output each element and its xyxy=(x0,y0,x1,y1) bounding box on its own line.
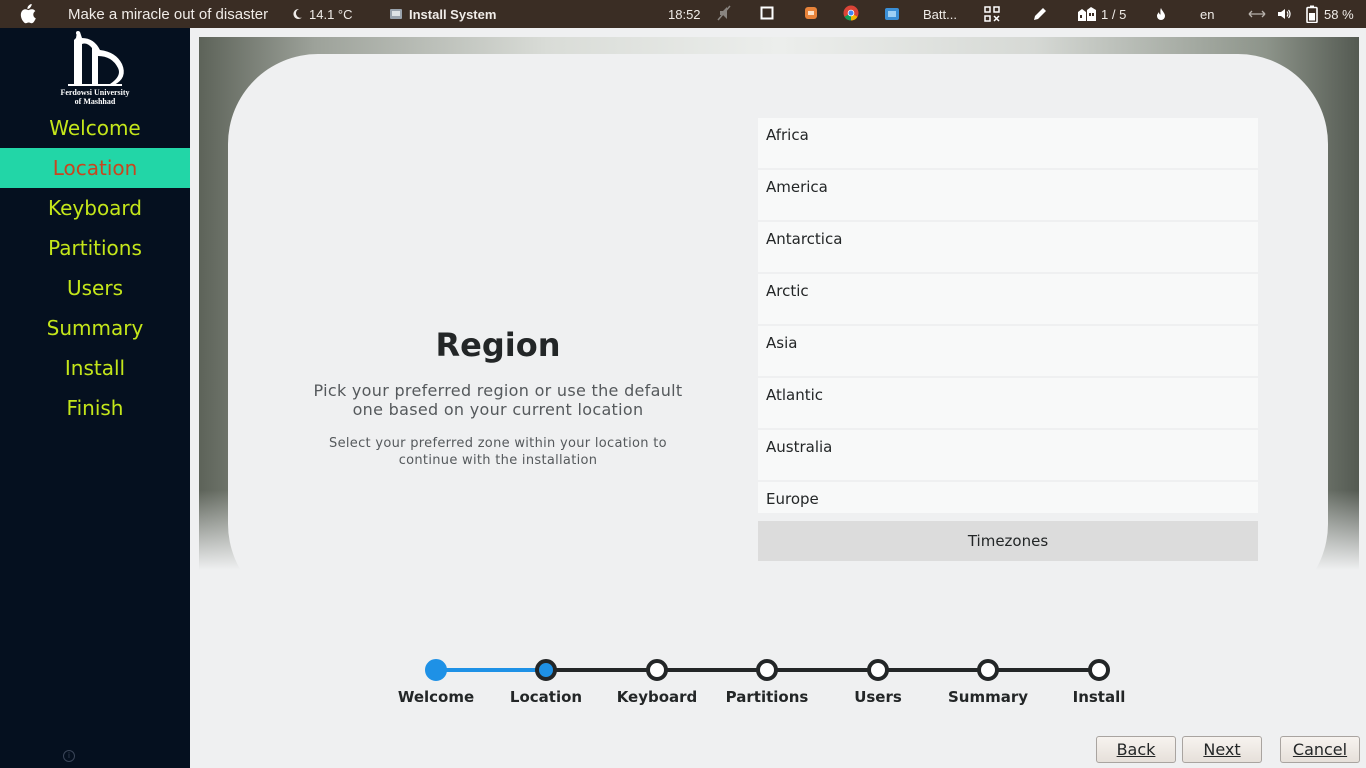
sidebar-item-users: Users xyxy=(66,276,123,300)
task-title: Install System xyxy=(409,6,497,22)
weather-widget[interactable]: 14.1 °C xyxy=(291,0,353,28)
installer-icon xyxy=(390,9,402,19)
app-title: Make a miracle out of disaster xyxy=(68,5,269,23)
region-item-arctic[interactable]: Arctic xyxy=(758,274,1258,326)
progress-stepper: Welcome Location Keyboard Partitions Use… xyxy=(0,650,1366,710)
store-icon[interactable] xyxy=(884,5,900,24)
sidebar-item-keyboard: Keyboard xyxy=(47,196,142,220)
qr-icon[interactable] xyxy=(984,0,1000,28)
step-dot-users xyxy=(867,659,889,681)
region-item-australia[interactable]: Australia xyxy=(758,430,1258,482)
region-item-europe[interactable]: Europe xyxy=(758,482,1258,513)
university-name-line2: of Mashhad xyxy=(74,97,116,106)
next-button[interactable]: Next xyxy=(1182,736,1262,763)
sidebar-item-finish: Finish xyxy=(66,396,124,420)
next-button-label: Next xyxy=(1203,740,1241,759)
step-label-summary: Summary xyxy=(947,688,1029,706)
timezones-button[interactable]: Timezones xyxy=(758,521,1258,561)
university-name: Ferdowsi University of Mashhad xyxy=(0,88,190,106)
workspace-counter: 1 / 5 xyxy=(1101,6,1127,22)
clock[interactable]: 18:52 xyxy=(668,0,701,28)
flame-icon[interactable] xyxy=(1156,0,1166,28)
keyboard-language[interactable]: en xyxy=(1200,0,1214,28)
info-icon[interactable]: i xyxy=(63,750,75,762)
region-item-africa[interactable]: Africa xyxy=(758,118,1258,170)
pencil-icon[interactable] xyxy=(1032,0,1048,28)
chrome-icon[interactable] xyxy=(843,5,859,24)
region-item-atlantic[interactable]: Atlantic xyxy=(758,378,1258,430)
step-label-install: Install xyxy=(1072,688,1126,706)
network-icon[interactable] xyxy=(1248,0,1266,28)
moon-icon xyxy=(293,8,302,19)
cancel-button[interactable]: Cancel xyxy=(1280,736,1360,763)
step-dot-keyboard xyxy=(646,659,668,681)
sidebar-item-partitions: Partitions xyxy=(48,236,142,260)
weather-temp: 14.1 °C xyxy=(309,6,353,22)
step-dot-partitions xyxy=(756,659,778,681)
workspace-icon xyxy=(1078,7,1096,21)
step-label-location: Location xyxy=(509,688,583,706)
step-label-welcome: Welcome xyxy=(397,688,475,706)
region-list[interactable]: Africa America Antarctica Arctic Asia At… xyxy=(758,118,1258,513)
step-dot-welcome xyxy=(425,659,447,681)
cancel-button-label: Cancel xyxy=(1292,740,1348,759)
app-tray-icon[interactable] xyxy=(804,5,818,24)
sidebar-item-welcome: Welcome xyxy=(49,116,141,140)
stepper-line-done xyxy=(436,668,546,672)
battery-tray-label[interactable]: Batt... xyxy=(923,0,957,28)
step-dot-install xyxy=(1088,659,1110,681)
sidebar-item-location: Location xyxy=(0,148,190,188)
page-subtitle: Pick your preferred region or use the de… xyxy=(313,381,683,419)
stepper-line-pending xyxy=(546,668,1099,672)
back-button-label: Back xyxy=(1116,740,1156,759)
taskbar-item-install-system[interactable]: Install System xyxy=(389,0,496,28)
sidebar-nav: Welcome Location Keyboard Partitions Use… xyxy=(0,108,190,428)
sidebar-item-install: Install xyxy=(64,356,126,380)
page-hint: Select your preferred zone within your l… xyxy=(329,436,667,468)
page-title: Region xyxy=(435,326,561,364)
battery-percent: 58 % xyxy=(1324,6,1354,22)
window-icon[interactable] xyxy=(760,5,774,24)
region-item-asia[interactable]: Asia xyxy=(758,326,1258,378)
volume-icon[interactable] xyxy=(1277,0,1291,28)
sidebar-item-summary: Summary xyxy=(46,316,144,340)
step-label-keyboard: Keyboard xyxy=(616,688,698,706)
step-label-partitions: Partitions xyxy=(725,688,809,706)
step-dot-summary xyxy=(977,659,999,681)
mute-icon[interactable] xyxy=(717,5,731,24)
workspace-switcher[interactable]: 1 / 5 xyxy=(1077,0,1126,28)
apple-menu-icon[interactable] xyxy=(18,0,36,28)
battery-icon xyxy=(1306,5,1318,23)
region-item-america[interactable]: America xyxy=(758,170,1258,222)
region-item-antarctica[interactable]: Antarctica xyxy=(758,222,1258,274)
back-button[interactable]: Back xyxy=(1096,736,1176,763)
step-dot-location xyxy=(535,659,557,681)
top-panel: Make a miracle out of disaster 14.1 °C I… xyxy=(0,0,1366,28)
step-label-users: Users xyxy=(854,688,902,706)
university-name-line1: Ferdowsi University xyxy=(60,88,130,97)
battery-indicator[interactable]: 58 % xyxy=(1306,0,1354,28)
